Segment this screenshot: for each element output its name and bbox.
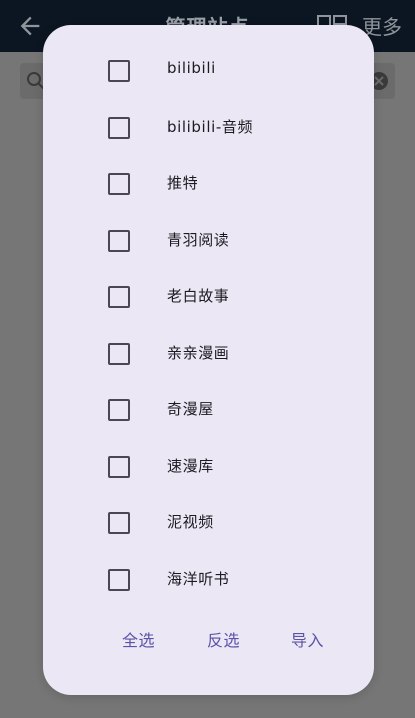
option-row[interactable]: 老白故事	[43, 251, 374, 308]
checkbox[interactable]	[108, 399, 130, 421]
option-row[interactable]: bilibili	[43, 25, 374, 82]
option-row[interactable]: 青羽阅读	[43, 195, 374, 252]
checkbox[interactable]	[108, 456, 130, 478]
checkbox[interactable]	[108, 117, 130, 139]
option-label: bilibili-音频	[167, 118, 254, 136]
option-row[interactable]: 速漫库	[43, 421, 374, 478]
checkbox[interactable]	[108, 512, 130, 534]
select-all-button[interactable]: 全选	[122, 627, 155, 651]
option-label: 青羽阅读	[167, 231, 230, 249]
option-label: 速漫库	[167, 457, 214, 475]
checkbox[interactable]	[108, 173, 130, 195]
option-label: 亲亲漫画	[167, 344, 230, 362]
import-button[interactable]: 导入	[291, 627, 324, 651]
checkbox[interactable]	[108, 60, 130, 82]
option-label: 老白故事	[167, 287, 230, 305]
option-label: bilibili	[167, 59, 216, 77]
option-row[interactable]: bilibili-音频	[43, 82, 374, 139]
option-row[interactable]: 推特	[43, 138, 374, 195]
checkbox[interactable]	[108, 230, 130, 252]
option-row[interactable]: 泥视频	[43, 477, 374, 534]
option-label: 推特	[167, 174, 199, 192]
invert-selection-button[interactable]: 反选	[207, 627, 240, 651]
option-row[interactable]: 海洋听书	[43, 534, 374, 591]
option-label: 海洋听书	[167, 570, 230, 588]
option-label: 奇漫屋	[167, 400, 214, 418]
option-row[interactable]: 亲亲漫画	[43, 308, 374, 365]
checkbox[interactable]	[108, 343, 130, 365]
checkbox[interactable]	[108, 286, 130, 308]
option-row[interactable]: 奇漫屋	[43, 364, 374, 421]
option-label: 泥视频	[167, 513, 214, 531]
checkbox[interactable]	[108, 569, 130, 591]
import-dialog: bilibili bilibili-音频 推特 青羽阅读 老白故事 亲亲漫画 奇…	[43, 25, 374, 695]
